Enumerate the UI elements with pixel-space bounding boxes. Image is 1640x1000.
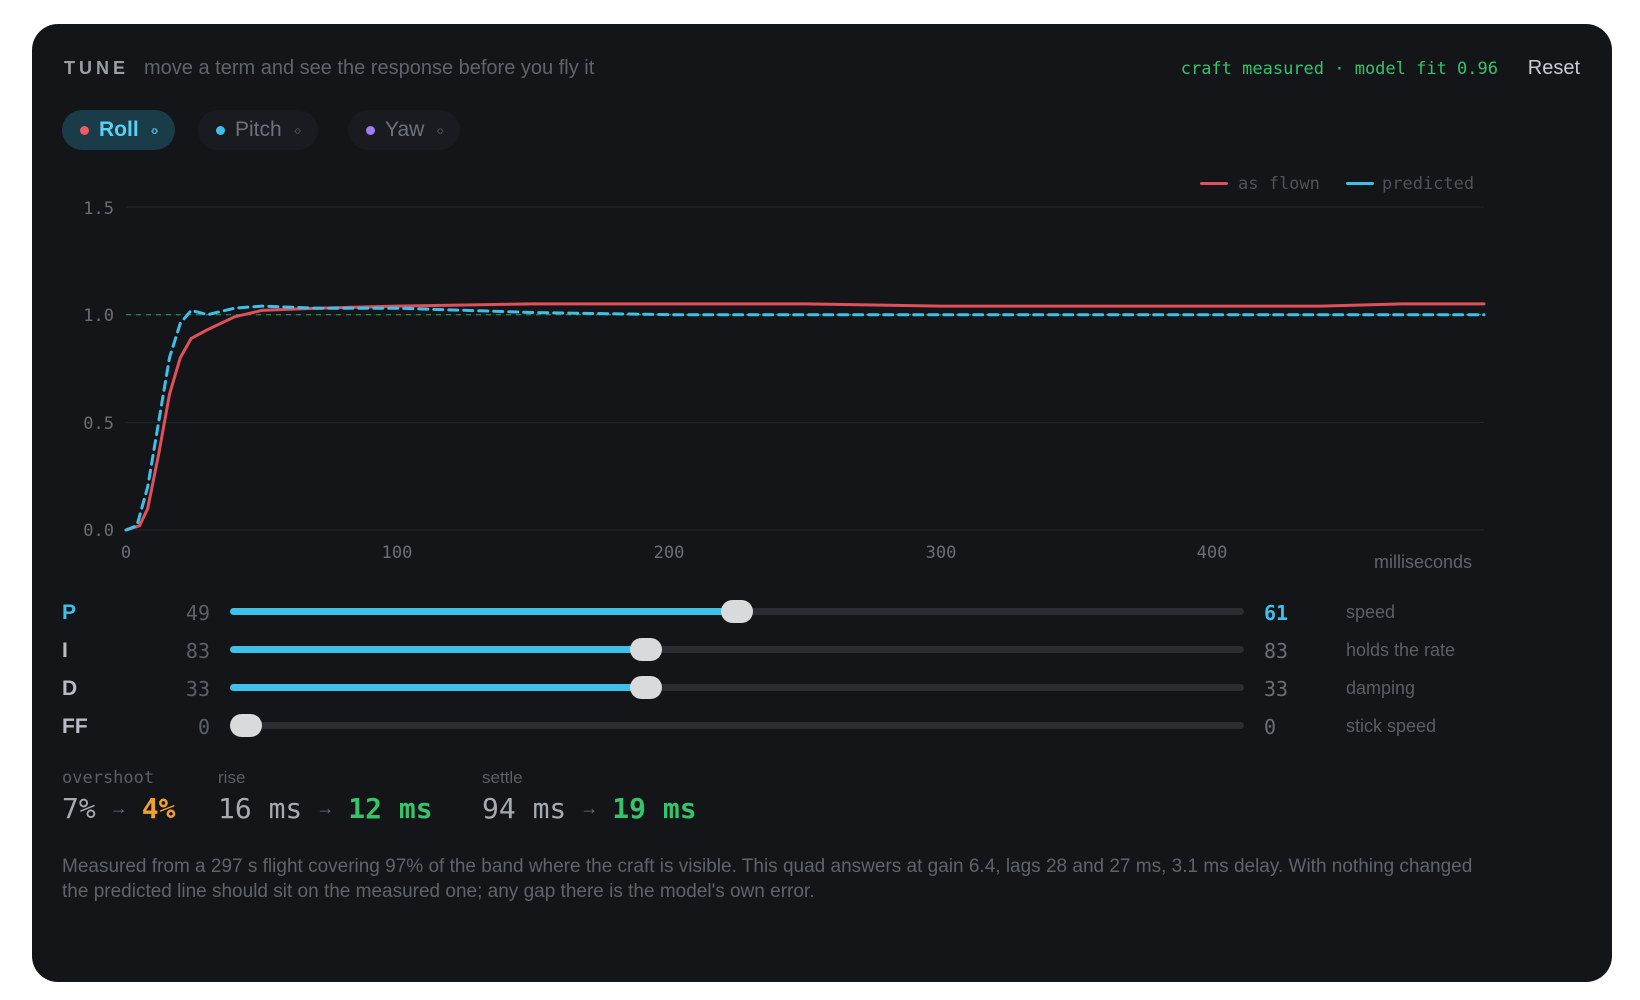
ff-slider[interactable]	[230, 714, 1244, 737]
slider-fill	[230, 608, 737, 615]
slider-knob[interactable]	[721, 600, 753, 623]
slider-description: holds the rate	[1346, 640, 1456, 660]
i-slider[interactable]	[230, 638, 1244, 661]
metric-settle: 94 ms → 19 ms	[482, 792, 697, 825]
tune-panel: TUNE move a term and see the response be…	[32, 24, 1612, 982]
slider-knob[interactable]	[629, 638, 662, 661]
slider-old-value: 0	[197, 715, 210, 739]
slider-new-value: 33	[1264, 677, 1289, 701]
metric-label-settle: settle	[482, 768, 523, 787]
x-axis-label: milliseconds	[1374, 552, 1473, 572]
metric-after: 19 ms	[612, 792, 697, 825]
step-response-chart	[124, 206, 1486, 532]
slider-description: damping	[1346, 678, 1416, 698]
slider-name-i: I	[62, 639, 68, 662]
slider-fill	[230, 646, 646, 653]
d-slider[interactable]	[230, 676, 1244, 699]
slider-name-d: D	[62, 677, 78, 700]
x-tick-label: 200	[653, 543, 685, 563]
slider-old-value: 33	[185, 677, 210, 701]
arrow-right-icon: →	[580, 798, 599, 818]
slider-knob[interactable]	[629, 676, 662, 699]
metric-label-rise: rise	[218, 768, 246, 787]
series-line-predicted	[124, 304, 1486, 532]
slider-knob[interactable]	[230, 714, 262, 737]
metric-before: 7%	[62, 792, 96, 825]
arrow-right-icon: →	[109, 798, 128, 818]
x-tick-label: 400	[1196, 543, 1228, 563]
slider-name-ff: FF	[62, 715, 88, 738]
slider-old-value: 83	[185, 639, 210, 663]
slider-new-value: 83	[1264, 639, 1289, 663]
metric-after: 12 ms	[348, 792, 433, 825]
x-tick-label: 300	[925, 543, 957, 563]
metric-before: 94 ms	[482, 792, 567, 825]
metric-before: 16 ms	[218, 792, 303, 825]
metric-after: 4%	[141, 792, 176, 825]
x-tick-label: 100	[381, 543, 413, 563]
slider-fill	[230, 684, 646, 691]
slider-old-value: 49	[185, 601, 210, 625]
explanation-note: Measured from a 297 s flight covering 97…	[62, 856, 1473, 902]
slider-description: speed	[1346, 602, 1396, 622]
slider-name-p: P	[62, 601, 77, 624]
x-tick-label: 0	[120, 543, 132, 563]
slider-new-value: 61	[1264, 601, 1289, 625]
metric-rise: 16 ms → 12 ms	[218, 792, 433, 825]
slider-new-value: 0	[1264, 715, 1277, 739]
metric-overshoot: 7% → 4%	[62, 792, 175, 825]
p-slider[interactable]	[230, 600, 1244, 623]
metric-label-overshoot: overshoot	[62, 768, 155, 788]
series-line-as-flown	[124, 302, 1486, 532]
arrow-right-icon: →	[316, 798, 335, 818]
slider-description: stick speed	[1346, 716, 1437, 736]
